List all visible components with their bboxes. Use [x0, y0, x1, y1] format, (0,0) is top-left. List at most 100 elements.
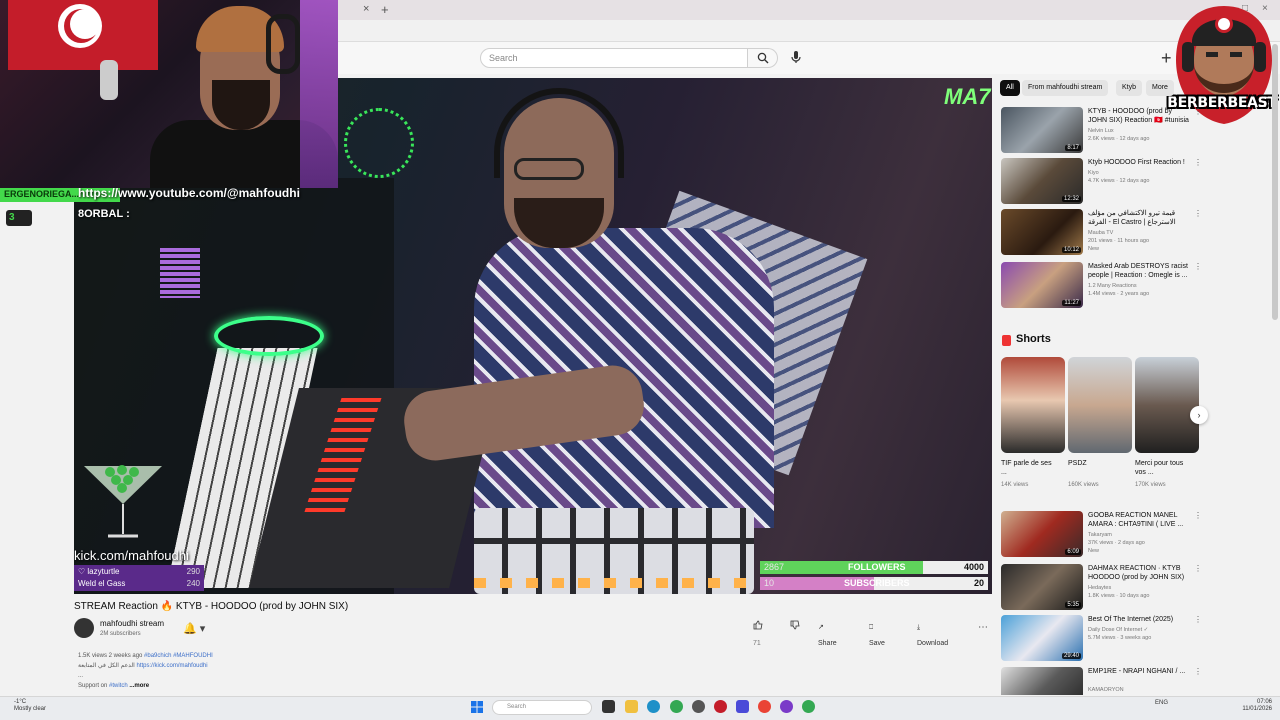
tab-close-button[interactable]: ×	[363, 3, 369, 15]
share-button[interactable]: ↗ Share	[818, 620, 837, 647]
download-button[interactable]: ⤓ Download	[917, 620, 948, 647]
channel-name[interactable]: mahfoudhi stream	[100, 619, 164, 628]
recommendation-item[interactable]: 8:17 KTYB - HOODOO (prod by JOHN SIX) Re…	[1001, 107, 1202, 155]
recommendation-item[interactable]: 5:35 DAHMAX REACTION · KTYB HOODOO (prod…	[1001, 564, 1202, 612]
recommendation-item[interactable]: 12:32 Ktyb HOODOO First Reaction ! Kiyo …	[1001, 158, 1202, 206]
save-button[interactable]: ⎕ Save	[869, 620, 885, 647]
video-duration: 29:40	[1061, 653, 1081, 659]
kick-url-overlay: kick.com/mahfoudhi	[74, 548, 189, 563]
windows-taskbar	[0, 696, 1280, 720]
followers-label: FOLLOWERS	[848, 562, 906, 572]
notification-bell-button[interactable]: 🔔 ▾	[183, 622, 205, 635]
recommendation-channel: KAMAORYON	[1088, 687, 1124, 693]
description-stats: 1.5K views 2 weeks ago	[78, 653, 143, 659]
download-icon: ⤓	[917, 624, 921, 631]
short-thumbnail[interactable]	[1068, 357, 1132, 453]
followers-goal: 4000	[963, 562, 984, 572]
supporter-row: Weld el Gass 240	[78, 578, 200, 590]
weather-widget[interactable]: -1°C Mostly clear	[14, 699, 46, 713]
drum-pads-divider	[474, 538, 754, 544]
app-icon[interactable]	[714, 700, 727, 713]
speaker-light-ring	[344, 108, 414, 178]
taskbar-search[interactable]: Search	[492, 700, 592, 715]
app-icon[interactable]	[780, 700, 793, 713]
recommendation-channel: Nelvin Lux	[1088, 128, 1114, 134]
page-scrollbar[interactable]	[1272, 44, 1278, 320]
chrome-profile-icon[interactable]	[758, 700, 771, 713]
recommendation-meta: 201 views · 11 hours ago	[1088, 238, 1150, 244]
description-support-line: Support on #twitch ...more	[78, 681, 438, 691]
description-link[interactable]: https://kick.com/mahfoudhi	[137, 663, 208, 669]
recommendation-item[interactable]: 10:12 قيمة تيرو الاكتشافي من مؤلف الفرقة…	[1001, 209, 1202, 257]
dislike-button[interactable]	[790, 620, 800, 636]
download-label: Download	[917, 640, 949, 647]
chrome-icon[interactable]	[670, 700, 683, 713]
more-options-icon[interactable]: ⋮	[1194, 107, 1202, 116]
new-tab-button[interactable]: +	[381, 2, 389, 17]
share-icon: ↗	[818, 624, 824, 631]
recommendation-item[interactable]: EMP1RE - NRAPI NGHANI / ... KAMAORYON ⋮	[1001, 667, 1201, 695]
chip-all[interactable]: All	[1000, 80, 1020, 96]
task-view-icon[interactable]	[602, 700, 615, 713]
recommendation-item[interactable]: 29:40 Best Of The Internet (2025) Daily …	[1001, 615, 1202, 663]
file-explorer-icon[interactable]	[625, 700, 638, 713]
channel-subscriber-count: 2M subscribers	[100, 631, 141, 637]
flag-crescent-inner	[70, 9, 100, 39]
edge-browser-icon[interactable]	[647, 700, 660, 713]
chip-ktyb[interactable]: Ktyb	[1116, 80, 1143, 96]
chrome-icon[interactable]	[802, 700, 815, 713]
more-options-icon[interactable]: ⋮	[1194, 615, 1202, 624]
short-thumbnail[interactable]	[1001, 357, 1065, 453]
more-options-icon[interactable]: ⋮	[1194, 262, 1202, 271]
chip-more[interactable]: More	[1146, 80, 1174, 96]
short-caption[interactable]: Merci pour tous vos ...	[1135, 459, 1191, 477]
search-button[interactable]	[748, 48, 778, 68]
obs-icon[interactable]	[692, 700, 705, 713]
microphone-icon[interactable]	[788, 49, 804, 65]
video-description[interactable]: 1.5K views 2 weeks ago #ba9chich #MAHFOU…	[78, 651, 438, 691]
description-tags[interactable]: #ba9chich #MAHFOUDHI	[144, 653, 213, 659]
search-icon	[757, 52, 769, 64]
description-line-2: الدعم الكل في المتابعة https://kick.com/…	[78, 661, 438, 671]
support-tag[interactable]: #twitch	[109, 683, 128, 689]
recommendation-title: GOOBA REACTION MANEL AMARA : CHTA9TINI (…	[1088, 512, 1184, 528]
show-more-button[interactable]: ...more	[129, 683, 149, 689]
more-options-icon[interactable]: ⋮	[1194, 511, 1202, 520]
channel-avatar[interactable]	[74, 618, 94, 638]
system-tray-language[interactable]: ENG	[1155, 700, 1168, 706]
shorts-icon	[1002, 335, 1011, 346]
shorts-next-button[interactable]: ›	[1190, 406, 1208, 424]
more-options-icon[interactable]: ⋮	[1194, 209, 1202, 218]
more-options-icon[interactable]: ⋮	[1194, 158, 1202, 167]
weather-description: Mostly clear	[14, 706, 47, 712]
short-caption[interactable]: TIF parle de ses ...	[1001, 459, 1057, 477]
description-stats-line: 1.5K views 2 weeks ago #ba9chich #MAHFOU…	[78, 651, 438, 661]
app-icon[interactable]	[736, 700, 749, 713]
short-views: 170K views	[1135, 482, 1166, 488]
taskbar-clock[interactable]: 07:06 11/01/2026	[1236, 699, 1272, 713]
subscribers-goal: 20	[973, 578, 984, 588]
more-options-icon[interactable]: ⋮	[1194, 564, 1202, 573]
recommendation-item[interactable]: 6:09 GOOBA REACTION MANEL AMARA : CHTA9T…	[1001, 511, 1202, 559]
windows-start-icon[interactable]	[471, 701, 483, 713]
search-input[interactable]: Search	[480, 48, 748, 68]
clock-date: 11/01/2026	[1242, 706, 1272, 712]
studio-microphone	[100, 60, 118, 100]
short-thumbnail[interactable]	[1135, 357, 1199, 453]
more-options-icon[interactable]: ⋮	[1194, 667, 1201, 676]
chip-channel[interactable]: From mahfoudhi stream	[1022, 80, 1109, 96]
streamer-headphones	[266, 14, 300, 74]
recommendation-channel: 1.2 Many Reactions	[1088, 283, 1137, 289]
recommendation-title: DAHMAX REACTION · KTYB HOODOO (prod by J…	[1088, 565, 1185, 581]
recommendation-thumbnail: 29:40	[1001, 615, 1083, 661]
more-actions-button[interactable]: ⋯	[978, 620, 988, 636]
short-views: 160K views	[1068, 482, 1099, 488]
short-caption[interactable]: PSDZ	[1068, 459, 1124, 468]
supporter-value: 290	[186, 567, 200, 576]
recommendation-item[interactable]: 11:27 Masked Arab DESTROYS racist people…	[1001, 262, 1202, 310]
pink-glow	[300, 0, 338, 188]
new-badge: New	[1088, 548, 1100, 554]
like-button[interactable]: 71	[753, 620, 763, 647]
supporter-name: lazyturtle	[87, 567, 120, 576]
save-label: Save	[869, 640, 885, 647]
